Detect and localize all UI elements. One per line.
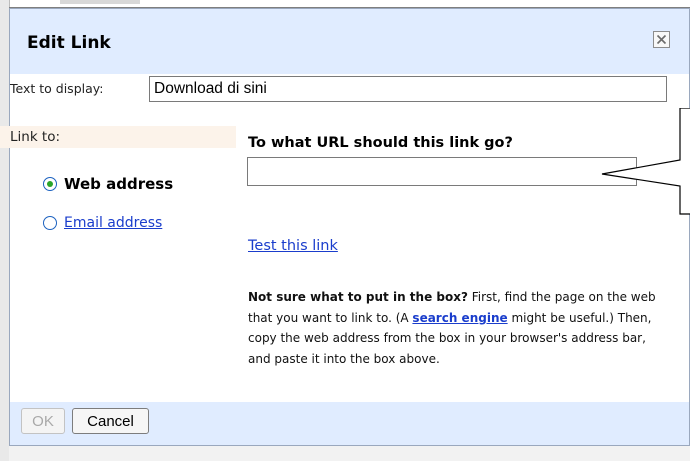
cancel-button[interactable]: Cancel bbox=[72, 408, 149, 434]
search-engine-link[interactable]: search engine bbox=[412, 311, 507, 325]
link-to-label: Link to: bbox=[10, 129, 61, 145]
test-this-link[interactable]: Test this link bbox=[248, 238, 338, 254]
radio-web-address[interactable]: Web address bbox=[43, 175, 173, 193]
background-page-fragment bbox=[60, 0, 140, 4]
help-text: Not sure what to put in the box? First, … bbox=[248, 287, 663, 369]
url-question-heading: To what URL should this link go? bbox=[248, 135, 513, 151]
callout-annotation bbox=[601, 108, 690, 215]
text-to-display-input[interactable] bbox=[149, 76, 667, 102]
radio-selected-icon[interactable] bbox=[43, 177, 57, 191]
text-to-display-label: Text to display: bbox=[10, 81, 104, 96]
dialog-title: Edit Link bbox=[27, 33, 111, 53]
background-page-bottom bbox=[9, 446, 690, 461]
help-bold-intro: Not sure what to put in the box? bbox=[248, 290, 468, 304]
web-address-label[interactable]: Web address bbox=[64, 175, 173, 193]
radio-email-address[interactable]: Email address bbox=[43, 215, 162, 231]
dialog-titlebar: Edit Link bbox=[10, 9, 689, 74]
email-address-link[interactable]: Email address bbox=[64, 215, 162, 231]
close-x-icon bbox=[656, 34, 667, 45]
ok-button[interactable]: OK bbox=[21, 408, 65, 434]
close-button[interactable] bbox=[653, 31, 670, 48]
radio-unselected-icon[interactable] bbox=[43, 216, 57, 230]
